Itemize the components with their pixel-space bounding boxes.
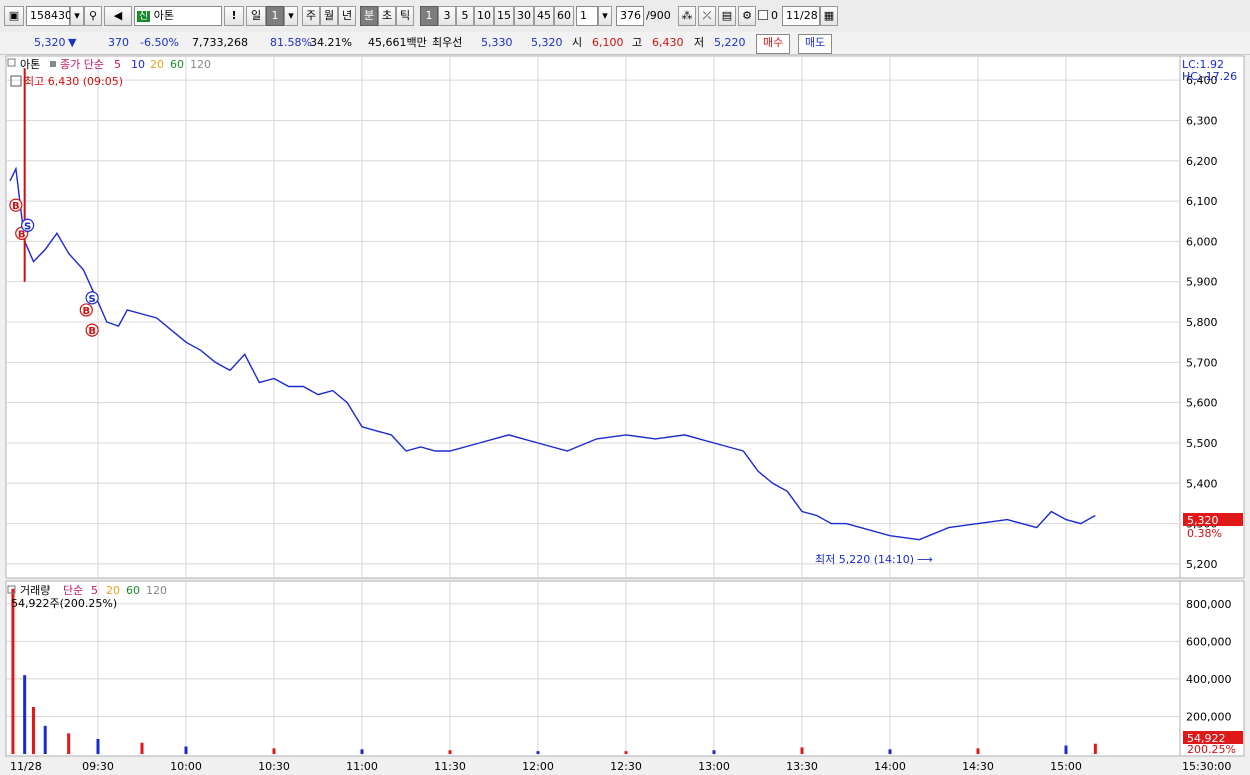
x-tick-label: 13:30 [786,760,818,773]
price-tick-label: 5,700 [1186,356,1218,369]
vol-ma-period-120: 120 [146,584,167,597]
price-legend-name: 아톤 [20,58,40,71]
signal-label: S [24,221,31,232]
x-tick-label: 11/28 [10,760,42,773]
price-plot-area [5,55,1181,579]
volume-legend-name: 거래량 [20,584,50,597]
high-note: 최고 6,430 (09:05) [24,75,123,88]
x-tick-label: 11:00 [346,760,378,773]
volume-tick-label: 200,000 [1186,710,1232,723]
price-tick-label: 6,000 [1186,235,1218,248]
volume-bar [96,738,100,754]
volume-bar [11,588,15,754]
hc-label: HC:-17.26 [1182,70,1237,83]
x-tick-label: 09:30 [82,760,114,773]
signal-label: B [88,326,96,337]
x-tick-label: 11:30 [434,760,466,773]
ma-period-5: 5 [114,58,121,71]
volume-bar [448,750,452,754]
volume-bar [23,675,27,754]
x-tick-label: 10:30 [258,760,290,773]
price-tick-label: 5,600 [1186,397,1218,410]
volume-bar [624,751,628,754]
volume-bar [800,747,804,754]
vol-ma-period-20: 20 [106,584,120,597]
ma-period-120: 120 [190,58,211,71]
volume-bar [140,742,144,754]
price-tick-label: 6,300 [1186,114,1218,127]
signal-label: B [82,306,90,317]
low-note: 최저 5,220 (14:10) [815,553,914,566]
volume-bar [1093,743,1097,754]
x-tick-label: 14:00 [874,760,906,773]
volume-bar [976,748,980,754]
low-arrow-icon: ⟶ [917,553,933,566]
price-tick-label: 5,800 [1186,316,1218,329]
x-tick-label: 10:00 [170,760,202,773]
current-volume-pct: 200.25% [1187,743,1236,756]
volume-bar [712,750,716,754]
ma-period-10: 10 [131,58,145,71]
volume-tick-label: 400,000 [1186,673,1232,686]
price-legend-ma: 종가 단순 [60,58,104,71]
vol-ma-period-5: 5 [91,584,98,597]
volume-tick-label: 800,000 [1186,598,1232,611]
volume-top-note: 54,922주(200.25%) [11,597,117,610]
signal-label: S [89,294,96,305]
volume-legend-ma: 단순 [63,584,83,597]
price-volume-chart[interactable]: BBSBSB 5,2005,3005,4005,5005,6005,7005,8… [0,0,1250,775]
x-tick-label: 15:30:00 [1182,760,1231,773]
x-tick-label: 13:00 [698,760,730,773]
current-pct-label: 0.38% [1187,527,1222,540]
current-price-label: 5,320 [1187,514,1219,527]
price-tick-label: 5,400 [1186,477,1218,490]
signal-label: B [12,201,20,212]
x-tick-label: 12:30 [610,760,642,773]
x-tick-label: 14:30 [962,760,994,773]
volume-bar [31,707,35,754]
price-tick-label: 5,500 [1186,437,1218,450]
volume-bar [272,748,276,754]
price-tick-label: 6,100 [1186,195,1218,208]
volume-bar [184,746,188,754]
volume-bar [67,733,71,754]
ma-period-20: 20 [150,58,164,71]
volume-tick-label: 600,000 [1186,635,1232,648]
volume-bar [888,749,892,754]
price-tick-label: 5,200 [1186,558,1218,571]
x-tick-label: 15:00 [1050,760,1082,773]
vol-ma-period-60: 60 [126,584,140,597]
x-tick-label: 12:00 [522,760,554,773]
ma-period-60: 60 [170,58,184,71]
price-tick-label: 5,900 [1186,276,1218,289]
price-tick-label: 6,200 [1186,155,1218,168]
volume-plot-area [5,580,1181,757]
volume-bar [360,749,364,754]
volume-bar [536,751,540,754]
ma-legend-icon [50,61,56,67]
volume-bar [1064,745,1068,754]
volume-bar [43,725,47,754]
